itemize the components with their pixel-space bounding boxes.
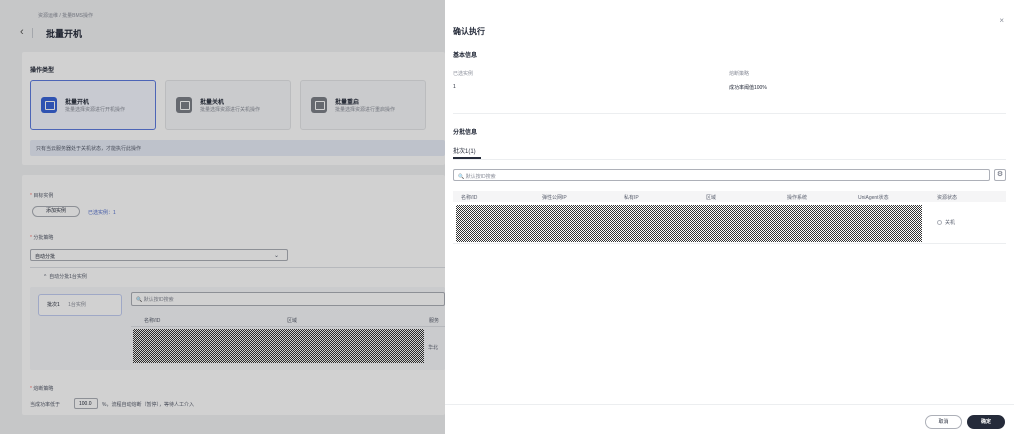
divider	[453, 243, 1006, 244]
status-cell: 关机	[937, 219, 955, 226]
column-header: 私有IP	[624, 195, 639, 201]
table-header	[453, 191, 1006, 202]
fuse-strategy-value: 成功率阈值100%	[729, 85, 767, 91]
tab-batch-1[interactable]: 批次1(1)	[453, 146, 476, 155]
confirm-button[interactable]: 确定	[967, 415, 1005, 429]
column-header: 操作系统	[787, 195, 808, 201]
drawer-search-input[interactable]: 🔍 默认按ID搜索	[453, 169, 990, 181]
fuse-strategy-label: 熔断策略	[729, 71, 750, 77]
batch-info-title: 分批信息	[453, 130, 478, 136]
column-header: UniAgent状态	[858, 195, 889, 201]
column-header: 弹性公网IP	[542, 195, 567, 201]
cancel-button[interactable]: 取消	[925, 415, 962, 429]
column-header: 区域	[706, 195, 717, 201]
selected-instances-label: 已选实例	[453, 71, 474, 77]
drawer-title: 确认执行	[453, 27, 485, 36]
gear-icon[interactable]: ⚙	[994, 169, 1006, 181]
footer-divider	[445, 404, 1014, 405]
divider	[453, 159, 1006, 160]
basic-info-title: 基本信息	[453, 53, 478, 59]
confirm-drawer: 确认执行 × 基本信息 已选实例 1 熔断策略 成功率阈值100% 分批信息 批…	[445, 0, 1014, 434]
divider	[453, 113, 1006, 114]
selected-instances-value: 1	[453, 84, 456, 90]
modal-overlay[interactable]	[0, 0, 445, 434]
column-header: 名称/ID	[461, 195, 478, 201]
status-dot-icon	[937, 220, 942, 226]
close-icon[interactable]: ×	[999, 16, 1004, 25]
column-header: 资源状态	[937, 195, 958, 201]
redacted-row	[456, 205, 922, 242]
